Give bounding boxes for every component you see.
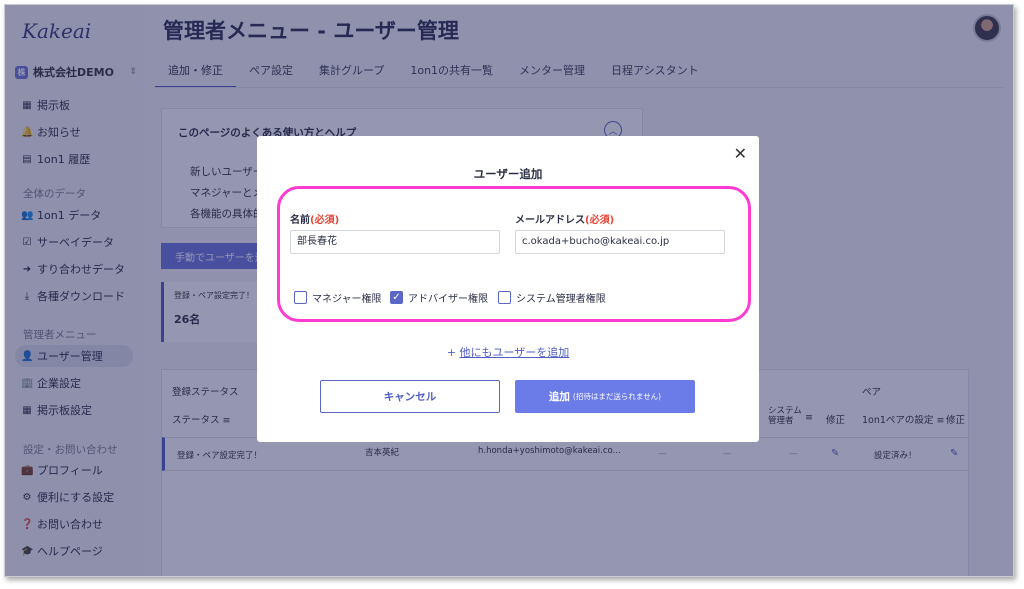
add-user-dialog: ✕ ユーザー追加 名前(必須) 部長春花 メールアドレス(必須) c.okada… [257,136,759,442]
name-input[interactable]: 部長春花 [290,230,500,254]
manager-permission-checkbox[interactable]: マネジャー権限 [294,290,382,305]
checkbox-icon[interactable] [294,291,307,304]
submit-add-button[interactable]: 追加 (招待はまだ送られません) [515,380,695,413]
submit-label: 追加 [548,391,570,403]
required-mark: (必須) [310,215,340,226]
submit-note: (招待はまだ送られません) [572,392,662,401]
close-icon[interactable]: ✕ [734,144,747,163]
email-field-label: メールアドレス(必須) [515,211,614,226]
add-another-user-link[interactable]: + 他にもユーザーを追加 [257,344,759,360]
cancel-button[interactable]: キャンセル [320,380,500,413]
plus-icon: + [446,346,456,359]
checkbox-label: アドバイザー権限 [408,294,488,305]
add-another-user-label: 他にもユーザーを追加 [459,346,570,359]
name-field-label: 名前(必須) [290,211,339,226]
email-label-text: メールアドレス [515,215,585,226]
advisor-permission-checkbox[interactable]: ✓ アドバイザー権限 [390,290,488,305]
name-label-text: 名前 [290,215,310,226]
email-input[interactable]: c.okada+bucho@kakeai.co.jp [515,230,725,254]
app-window: Kakeai 株 株式会社DEMO ⇕ ▦ 掲示板 🔔 お知らせ ▤ 1on1 … [4,4,1014,577]
checkbox-label: マネジャー権限 [312,294,382,305]
system-admin-permission-checkbox[interactable]: システム管理者権限 [498,290,606,305]
required-mark: (必須) [585,215,615,226]
checkbox-label: システム管理者権限 [516,294,606,305]
check-icon[interactable]: ✓ [390,291,403,304]
checkbox-icon[interactable] [498,291,511,304]
dialog-title: ユーザー追加 [473,167,543,181]
